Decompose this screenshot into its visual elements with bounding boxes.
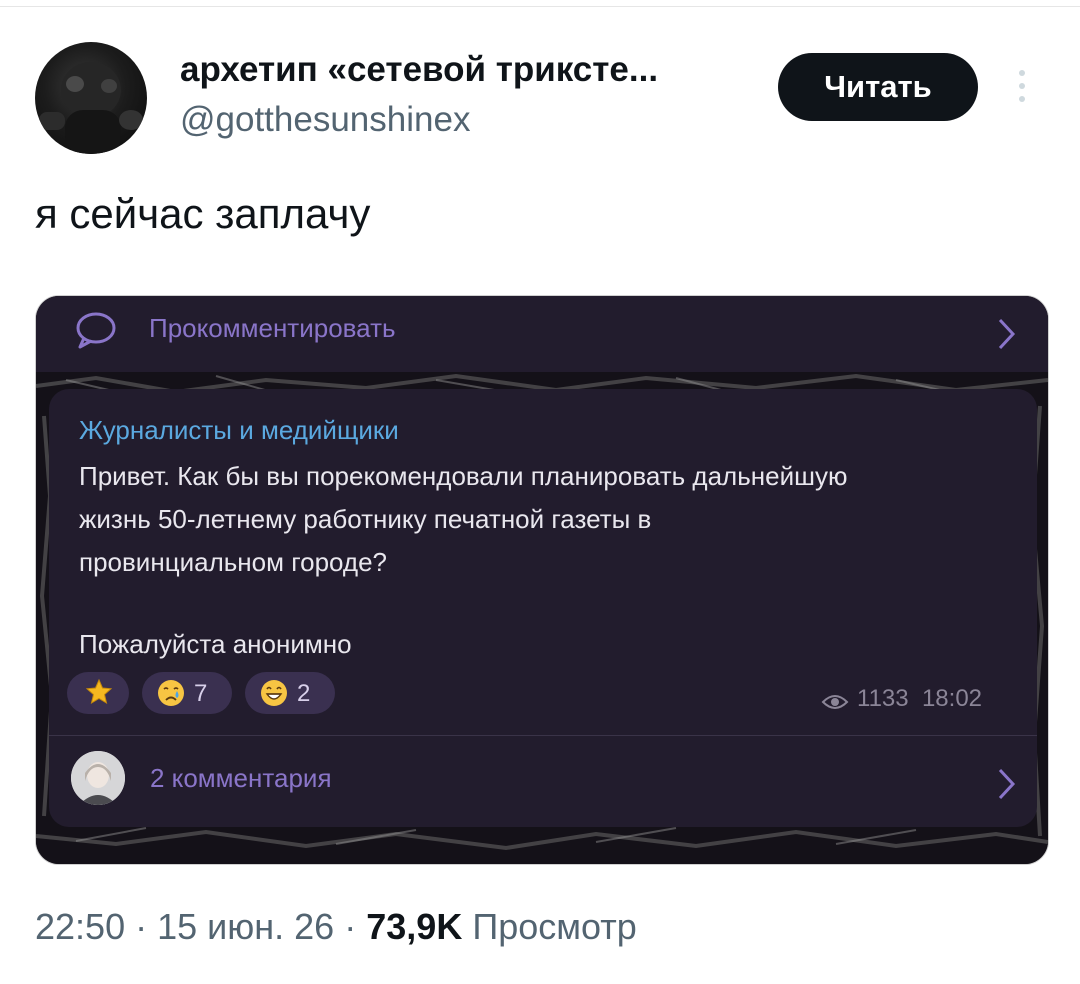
reaction-star[interactable] [67, 672, 129, 714]
comment-bar[interactable]: Прокомментировать [36, 296, 1048, 372]
message-line: Привет. Как бы вы порекомендовали планир… [79, 461, 848, 491]
comment-bubble-icon [76, 312, 116, 349]
views-count: 73,9K [366, 906, 463, 947]
embedded-telegram-screenshot[interactable]: Прокомментировать Журналисты и медийщики… [35, 295, 1049, 865]
reaction-count: 2 [297, 680, 311, 707]
separator: · [135, 906, 148, 947]
author-name[interactable]: архетип «сетевой трикстe... [180, 50, 658, 90]
message-views: 1133 [857, 685, 909, 712]
tweet-date[interactable]: 15 июн. 26 [157, 906, 334, 947]
chevron-right-icon[interactable] [996, 766, 1018, 802]
comments-count[interactable]: 2 комментария [150, 763, 332, 794]
message-views-and-time: 1133 18:02 [857, 685, 982, 713]
message-time: 18:02 [921, 685, 983, 712]
follow-button[interactable]: Читать [778, 53, 978, 121]
channel-name[interactable]: Журналисты и медийщики [79, 415, 399, 446]
avatar-image [39, 62, 143, 154]
views-label: Просмотр [472, 906, 637, 947]
top-divider [0, 6, 1080, 7]
eye-icon [821, 695, 849, 709]
tweet-time[interactable]: 22:50 [35, 906, 125, 947]
message-line: жизнь 50-летнему работнику печатной газе… [79, 504, 652, 534]
message-line: Пожалуйста анонимно [79, 629, 352, 659]
star-icon [85, 678, 113, 705]
tweet-text: я сейчас заплачу [35, 190, 371, 237]
reaction-count: 7 [194, 680, 208, 707]
reaction-grinning[interactable]: 2 [245, 672, 335, 714]
divider [49, 735, 1037, 736]
grinning-face-icon [261, 680, 287, 706]
tweet-meta: 22:50 · 15 июн. 26 · 73,9K Просмотр [35, 906, 637, 948]
more-options-icon[interactable] [1012, 66, 1032, 106]
separator: · [344, 906, 357, 947]
crying-face-icon [158, 680, 184, 706]
reaction-crying[interactable]: 7 [142, 672, 232, 714]
author-handle[interactable]: @gotthesunshinex [180, 100, 470, 140]
comment-action-label: Прокомментировать [149, 313, 396, 343]
author-avatar[interactable] [35, 42, 147, 154]
message-line: провинциальном городе? [79, 547, 388, 577]
chevron-right-icon [998, 318, 1016, 350]
telegram-message-bubble: Журналисты и медийщики Привет. Как бы вы… [49, 389, 1037, 827]
commenter-avatar [71, 751, 125, 805]
